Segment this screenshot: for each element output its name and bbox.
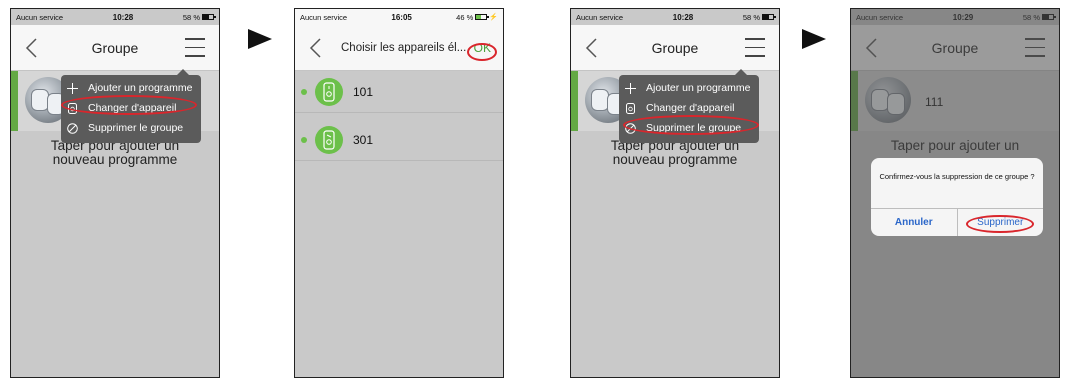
battery-icon <box>202 14 216 20</box>
add-program-prompt[interactable]: Taper pour ajouter un nouveau programme <box>571 139 779 167</box>
step-arrow-icon <box>802 29 826 49</box>
menu-item-add-program[interactable]: Ajouter un programme <box>61 78 201 98</box>
battery-indicator: 46 % ⚡ <box>456 13 498 22</box>
charging-icon: ⚡ <box>489 14 498 21</box>
menu-icon[interactable] <box>185 38 205 58</box>
carrier-label: Aucun service <box>300 12 348 22</box>
prompt-line-2: nouveau programme <box>52 152 178 167</box>
carrier-label: Aucun service <box>576 12 624 22</box>
group-name: 111 <box>925 95 944 109</box>
list-item[interactable]: 101 <box>295 71 503 113</box>
plug-icon <box>315 126 343 154</box>
clock: 10:29 <box>952 12 974 22</box>
battery-indicator: 58 % <box>1022 12 1056 22</box>
phone-screen-2: Aucun service 16:05 46 % ⚡ Choisir les a… <box>294 8 504 378</box>
prohibit-icon <box>67 122 78 134</box>
step-arrow-icon <box>248 29 272 49</box>
group-accent-bar <box>851 71 858 131</box>
plug-icon <box>68 102 77 114</box>
status-bar: Aucun service 16:05 46 % ⚡ <box>295 9 503 25</box>
battery-icon <box>1042 14 1056 20</box>
battery-percent: 46 % <box>456 12 474 22</box>
nav-bar: Choisir les appareils él... OK <box>295 25 503 71</box>
add-program-prompt[interactable]: Taper pour ajouter un <box>851 139 1059 153</box>
cancel-button[interactable]: Annuler <box>871 209 958 236</box>
confirm-dialog: Confirmez-vous la suppression de ce grou… <box>871 158 1043 236</box>
menu-icon[interactable] <box>745 38 765 58</box>
status-bar: Aucun service 10:28 58 % <box>11 9 219 25</box>
back-chevron-icon[interactable] <box>307 37 325 59</box>
add-program-prompt[interactable]: Taper pour ajouter un nouveau programme <box>11 139 219 167</box>
device-label: 101 <box>353 85 374 99</box>
battery-percent: 58 % <box>742 12 760 22</box>
battery-indicator: 58 % <box>182 12 216 22</box>
dialog-message: Confirmez-vous la suppression de ce grou… <box>879 172 1035 181</box>
menu-item-delete-group[interactable]: Supprimer le groupe <box>61 118 201 138</box>
group-row[interactable]: 111 <box>851 71 1059 131</box>
status-dot <box>301 137 307 143</box>
prohibit-icon <box>625 122 636 134</box>
plug-icon <box>626 102 635 114</box>
group-accent-bar <box>11 71 18 131</box>
clock: 10:28 <box>672 12 694 22</box>
plug-icon <box>315 78 343 106</box>
nav-bar: Groupe <box>851 25 1059 71</box>
status-bar: Aucun service 10:29 58 % <box>851 9 1059 25</box>
menu-item-delete-group[interactable]: Supprimer le groupe <box>619 118 759 138</box>
list-item[interactable]: 301 <box>295 119 503 161</box>
carrier-label: Aucun service <box>856 12 904 22</box>
options-menu: Ajouter un programme Changer d'appareil … <box>61 69 201 143</box>
battery-indicator: 58 % <box>742 12 776 22</box>
menu-item-change-device[interactable]: Changer d'appareil <box>61 98 201 118</box>
delete-button[interactable]: Supprimer <box>958 209 1044 236</box>
clock: 16:05 <box>391 12 412 22</box>
menu-icon[interactable] <box>1025 38 1045 58</box>
plus-icon <box>625 82 636 94</box>
battery-icon <box>475 14 490 20</box>
options-menu: Ajouter un programme Changer d'appareil … <box>619 69 759 143</box>
ok-button[interactable]: OK <box>474 41 491 55</box>
prompt-line-1: Taper pour ajouter un <box>890 138 1020 153</box>
device-list: 101 301 <box>295 71 503 377</box>
status-bar: Aucun service 10:28 58 % <box>571 9 779 25</box>
device-label: 301 <box>353 133 374 147</box>
phone-screen-1: Aucun service 10:28 58 % Groupe Taper po… <box>10 8 220 378</box>
page-title: Choisir les appareils él... <box>341 42 467 54</box>
prompt-line-2: nouveau programme <box>612 152 738 167</box>
phone-screen-3: Aucun service 10:28 58 % Groupe Taper po… <box>570 8 780 378</box>
group-avatar <box>865 77 911 123</box>
battery-percent: 58 % <box>182 12 200 22</box>
nav-bar: Groupe <box>11 25 219 71</box>
nav-bar: Groupe <box>571 25 779 71</box>
status-dot <box>301 89 307 95</box>
dialog-buttons: Annuler Supprimer <box>871 208 1043 236</box>
menu-item-change-device[interactable]: Changer d'appareil <box>619 98 759 118</box>
phone-screen-4: Aucun service 10:29 58 % Groupe 111 Tape… <box>850 8 1060 378</box>
group-accent-bar <box>571 71 578 131</box>
battery-percent: 58 % <box>1022 12 1040 22</box>
menu-item-add-program[interactable]: Ajouter un programme <box>619 78 759 98</box>
battery-icon <box>762 14 776 20</box>
plus-icon <box>67 82 78 94</box>
carrier-label: Aucun service <box>16 12 64 22</box>
clock: 10:28 <box>112 12 134 22</box>
